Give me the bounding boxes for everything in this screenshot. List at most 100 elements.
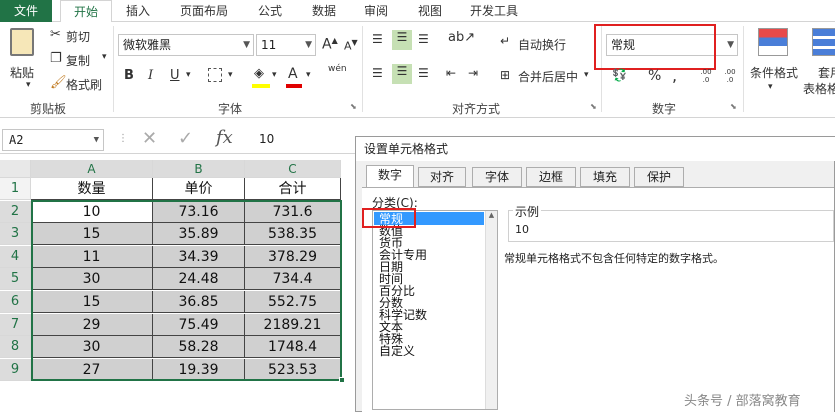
header-cell-quantity[interactable]: 数量 [31,178,153,200]
category-item[interactable]: 自定义 [379,345,415,357]
header-cell-unit-price[interactable]: 单价 [153,178,245,200]
decrease-indent-icon[interactable]: ⇤ [446,66,456,80]
scroll-up-icon[interactable]: ▲ [486,211,497,219]
row-header[interactable]: 3 [0,223,31,246]
shrink-font-button[interactable]: A▼ [344,38,358,53]
table-format-button-line2[interactable]: 表格格 [803,80,835,97]
column-header-c[interactable]: C [245,160,341,178]
tab-file[interactable]: 文件 [0,0,52,22]
font-color-icon[interactable]: A [288,66,298,82]
select-all-corner[interactable] [0,160,31,178]
format-cells-dialog: 设置单元格格式 数字 对齐 字体 边框 填充 保护 分类(C): 常规 数值 货币会… [355,136,835,413]
tab-developer[interactable]: 开发工具 [462,0,526,22]
phonetic-button[interactable]: wén [328,64,347,74]
underline-button[interactable]: U [170,68,180,83]
tab-font[interactable]: 字体 [472,167,522,187]
paste-button[interactable]: 粘贴 [10,64,34,81]
cancel-icon[interactable]: ✕ [142,128,157,149]
paste-dropdown-icon[interactable]: ▾ [26,80,31,90]
row-header[interactable]: 5 [0,268,31,291]
enter-icon[interactable]: ✓ [178,128,193,149]
comma-button[interactable]: , [672,66,677,85]
decrease-decimal-button[interactable]: .00 .0 [720,68,740,84]
tab-alignment[interactable]: 对齐 [418,167,466,187]
conditional-format-button[interactable]: 条件格式 [750,64,798,81]
align-top-icon[interactable]: ☰ [372,32,383,46]
percent-button[interactable]: % [648,68,661,84]
tab-view[interactable]: 视图 [410,0,450,22]
tab-review[interactable]: 审阅 [356,0,396,22]
fill-handle[interactable] [339,377,345,383]
insert-function-button[interactable]: fx [216,127,233,148]
font-color-dropdown-icon[interactable]: ▾ [306,70,311,80]
row-header[interactable]: 6 [0,291,31,313]
align-center-icon[interactable]: ☰ [392,64,412,84]
number-format-highlight [594,24,716,70]
format-painter-icon: 🖌 [50,75,67,90]
wrap-text-button[interactable]: 自动换行 [518,36,566,53]
name-box[interactable]: A2 ▼ [2,129,104,151]
column-header-b[interactable]: B [153,160,245,178]
row-header[interactable]: 1 [0,178,31,200]
ribbon-tab-bar: 文件 开始 插入 页面布局 公式 数据 审阅 视图 开发工具 [0,0,835,23]
tab-formulas[interactable]: 公式 [250,0,290,22]
tab-insert[interactable]: 插入 [118,0,158,22]
formula-input[interactable]: 10 [249,129,359,151]
border-icon[interactable] [208,68,222,82]
tab-page-layout[interactable]: 页面布局 [172,0,236,22]
cut-button[interactable]: 剪切 [66,28,90,45]
paste-icon[interactable] [10,28,34,56]
header-cell-total[interactable]: 合计 [245,178,341,200]
tab-number[interactable]: 数字 [366,165,414,188]
currency-icon[interactable]: 💱 [612,68,627,82]
align-right-icon[interactable]: ☰ [418,66,429,80]
fill-dropdown-icon[interactable]: ▾ [272,70,277,80]
row-header[interactable]: 4 [0,245,31,268]
underline-dropdown-icon[interactable]: ▾ [186,70,191,80]
row-header[interactable]: 2 [0,200,31,223]
dialog-launcher-icon[interactable]: ⬊ [730,102,737,111]
format-description: 常规单元格格式不包含任何特定的数字格式。 [504,252,724,265]
dialog-launcher-icon[interactable]: ⬊ [350,102,357,111]
table-format-button-line1[interactable]: 套用 [818,64,835,81]
sample-value: 10 [515,223,529,236]
increase-indent-icon[interactable]: ⇥ [468,66,478,80]
tab-border[interactable]: 边框 [526,167,576,187]
row-header[interactable]: 9 [0,358,31,381]
row-header[interactable]: 7 [0,313,31,336]
column-header-a[interactable]: A [31,160,153,178]
category-list[interactable]: 常规 数值 货币 会计专用 日期 时间 百分比 分数 科学记数 文本 特殊 自定义 ▲ [372,210,498,410]
sample-label: 示例 [513,203,542,220]
bold-button[interactable]: B [124,68,134,83]
merge-center-button[interactable]: 合并后居中 [518,68,578,85]
align-middle-icon[interactable]: ☰ [392,30,412,50]
fill-color-swatch [252,84,270,88]
increase-decimal-button[interactable]: .00 .0 [696,68,716,84]
row-header[interactable]: 8 [0,336,31,359]
grow-font-button[interactable]: A▲ [322,36,338,53]
align-bottom-icon[interactable]: ☰ [418,32,429,46]
orientation-icon[interactable]: ab↗ [448,30,475,45]
format-painter-button[interactable]: 格式刷 [66,76,102,93]
border-dropdown-icon[interactable]: ▾ [228,70,233,80]
font-size-select[interactable]: 11 ▼ [256,34,316,56]
dialog-launcher-icon[interactable]: ⬊ [590,102,597,111]
group-divider [743,26,744,112]
copy-button[interactable]: 复制 [66,52,90,69]
tab-fill[interactable]: 填充 [580,167,630,187]
category-scrollbar[interactable]: ▲ [485,211,497,409]
tab-protection[interactable]: 保护 [634,167,684,187]
copy-dropdown-icon[interactable]: ▾ [102,52,107,62]
merge-dropdown-icon[interactable]: ▾ [584,70,589,80]
clipboard-group-label: 剪贴板 [30,102,67,116]
tab-data[interactable]: 数据 [304,0,344,22]
merge-center-icon: ⊞ [500,68,511,82]
chevron-down-icon: ▼ [305,40,312,50]
font-name-select[interactable]: 微软雅黑 ▼ [118,34,254,56]
fill-color-icon[interactable]: ◈ [254,66,264,81]
tab-home[interactable]: 开始 [60,0,112,23]
cut-icon: ✂ [50,27,61,42]
italic-button[interactable]: I [148,68,153,83]
conditional-format-dropdown-icon[interactable]: ▾ [768,82,773,92]
align-left-icon[interactable]: ☰ [372,66,383,80]
